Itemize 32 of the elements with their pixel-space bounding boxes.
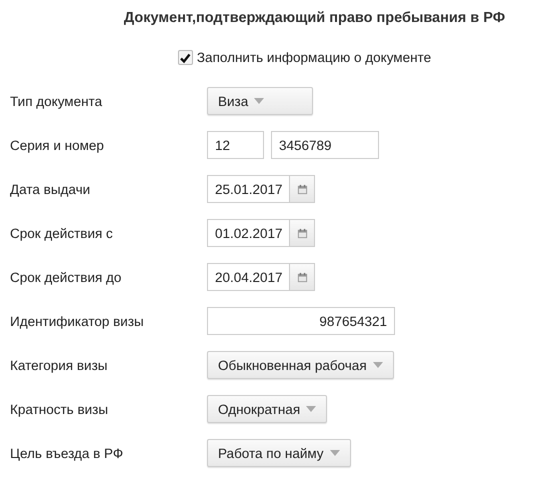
date-field[interactable]: 01.02.2017 (207, 219, 290, 247)
date-field[interactable]: 25.01.2017 (207, 175, 290, 203)
checkbox[interactable] (178, 50, 193, 65)
date-field[interactable]: 20.04.2017 (207, 263, 290, 291)
caret-icon (254, 98, 264, 104)
field-label: Цель въезда в РФ (10, 446, 124, 460)
input-field[interactable]: 3456789 (271, 131, 379, 159)
calendar-button[interactable] (290, 175, 315, 203)
field-label: Серия и номер (10, 138, 105, 152)
caret-icon (330, 450, 340, 456)
field-label: Идентификатор визы (10, 314, 145, 328)
calendar-icon (296, 228, 308, 238)
field-label: Дата выдачи (10, 182, 92, 196)
dropdown[interactable]: Работа по найму (207, 439, 351, 467)
caret-icon (372, 362, 383, 368)
form-title: Документ,подтверждающий право пребывания в РФ (122, 10, 506, 28)
field-label: Тип документа (10, 94, 104, 108)
dropdown[interactable]: Однократная (207, 395, 328, 423)
caret-icon (306, 406, 316, 412)
input-field[interactable]: 12 (207, 131, 264, 159)
input-field[interactable]: 987654321 (207, 307, 395, 335)
field-label: Срок действия с (10, 226, 114, 240)
calendar-icon (296, 272, 308, 282)
field-label: Категория визы (10, 358, 108, 372)
calendar-button[interactable] (290, 263, 315, 291)
field-label: Срок действия до (10, 270, 122, 284)
calendar-button[interactable] (290, 219, 315, 247)
calendar-icon (296, 184, 308, 194)
dropdown[interactable]: Виза (207, 87, 313, 115)
field-label: Кратность визы (10, 402, 110, 416)
dropdown[interactable]: Обыкновенная рабочая (207, 351, 394, 379)
checkbox-label: Заполнить информацию о документе (196, 50, 432, 65)
